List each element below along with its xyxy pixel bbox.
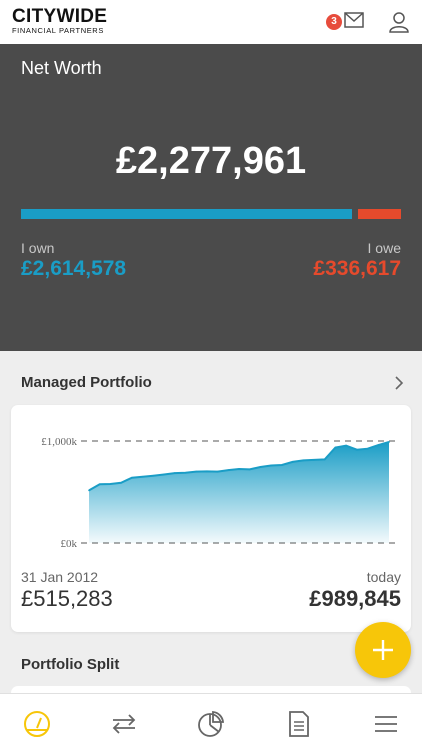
data-point: [131, 476, 133, 479]
data-point: [291, 461, 294, 463]
net-worth-panel: Net Worth £2,277,961 I own I owe £2,614,…: [0, 44, 422, 351]
bottom-navigation: [0, 693, 422, 750]
data-point: [259, 466, 262, 468]
data-point: [163, 473, 165, 476]
plus-icon: [373, 640, 393, 660]
nav-portfolio-split[interactable]: [197, 710, 225, 738]
user-icon: [389, 12, 409, 33]
end-value: £989,845: [309, 586, 401, 611]
nav-documents[interactable]: [285, 710, 313, 738]
end-label: today: [366, 569, 401, 585]
data-point: [173, 472, 176, 474]
data-point: [270, 464, 272, 467]
transfer-arrows-icon: [112, 714, 136, 734]
start-date: 31 Jan 2012: [21, 569, 99, 585]
y-tick-label-bottom: £0k: [61, 538, 78, 550]
data-point: [227, 469, 230, 471]
nav-menu[interactable]: [372, 710, 400, 738]
own-label: I own: [21, 240, 55, 256]
dashboard-gauge-icon: [24, 711, 50, 737]
chevron-right-icon[interactable]: [394, 375, 404, 391]
messages-button[interactable]: 3: [326, 10, 366, 36]
data-point: [109, 483, 112, 485]
data-point: [388, 441, 390, 443]
data-point: [366, 447, 369, 450]
data-point: [238, 468, 240, 470]
portfolio-area: [89, 442, 389, 543]
start-value: £515,283: [21, 586, 113, 611]
data-point: [323, 458, 326, 461]
owe-value: £336,617: [313, 257, 401, 280]
owe-bar-segment: [358, 209, 401, 219]
nav-dashboard[interactable]: [23, 710, 51, 738]
data-point: [377, 444, 380, 446]
data-point: [141, 475, 144, 478]
profile-button[interactable]: [388, 11, 410, 38]
document-icon: [289, 711, 309, 737]
data-point: [334, 446, 337, 449]
data-point: [345, 444, 347, 447]
app-header: CITYWIDE FINANCIAL PARTNERS 3: [0, 0, 422, 44]
owe-label: I owe: [367, 240, 401, 256]
managed-portfolio-card[interactable]: £1,000k £0k 31 Jan 2012 £515,283 today £…: [11, 405, 411, 632]
own-owe-bar: [21, 209, 401, 219]
unread-badge: 3: [326, 14, 342, 30]
envelope-icon: [344, 12, 364, 28]
brand-logo[interactable]: CITYWIDE FINANCIAL PARTNERS: [12, 6, 108, 35]
data-point: [152, 474, 155, 477]
brand-tagline: FINANCIAL PARTNERS: [12, 26, 104, 35]
own-value: £2,614,578: [21, 257, 127, 280]
managed-portfolio-title[interactable]: Managed Portfolio: [21, 374, 152, 391]
data-point: [248, 468, 251, 471]
data-point: [88, 489, 90, 492]
data-point: [281, 464, 283, 466]
portfolio-split-title[interactable]: Portfolio Split: [21, 656, 119, 673]
own-bar-segment: [21, 209, 352, 219]
data-point: [98, 483, 101, 486]
net-worth-title: Net Worth: [21, 58, 102, 78]
net-worth-total: £2,277,961: [115, 140, 307, 182]
pie-chart-icon: [198, 711, 224, 737]
data-point: [356, 448, 358, 451]
data-point: [313, 459, 315, 461]
data-point: [184, 472, 187, 474]
y-tick-label-top: £1,000k: [41, 436, 77, 448]
nav-transfers[interactable]: [110, 710, 138, 738]
brand-name: CITYWIDE: [12, 6, 108, 27]
data-point: [216, 470, 219, 473]
data-point: [195, 470, 197, 473]
data-point: [120, 482, 122, 484]
data-point: [206, 470, 208, 473]
menu-icon: [375, 716, 397, 732]
add-button[interactable]: [355, 622, 411, 678]
data-point: [302, 459, 305, 462]
portfolio-chart: £1,000k £0k: [41, 436, 399, 550]
